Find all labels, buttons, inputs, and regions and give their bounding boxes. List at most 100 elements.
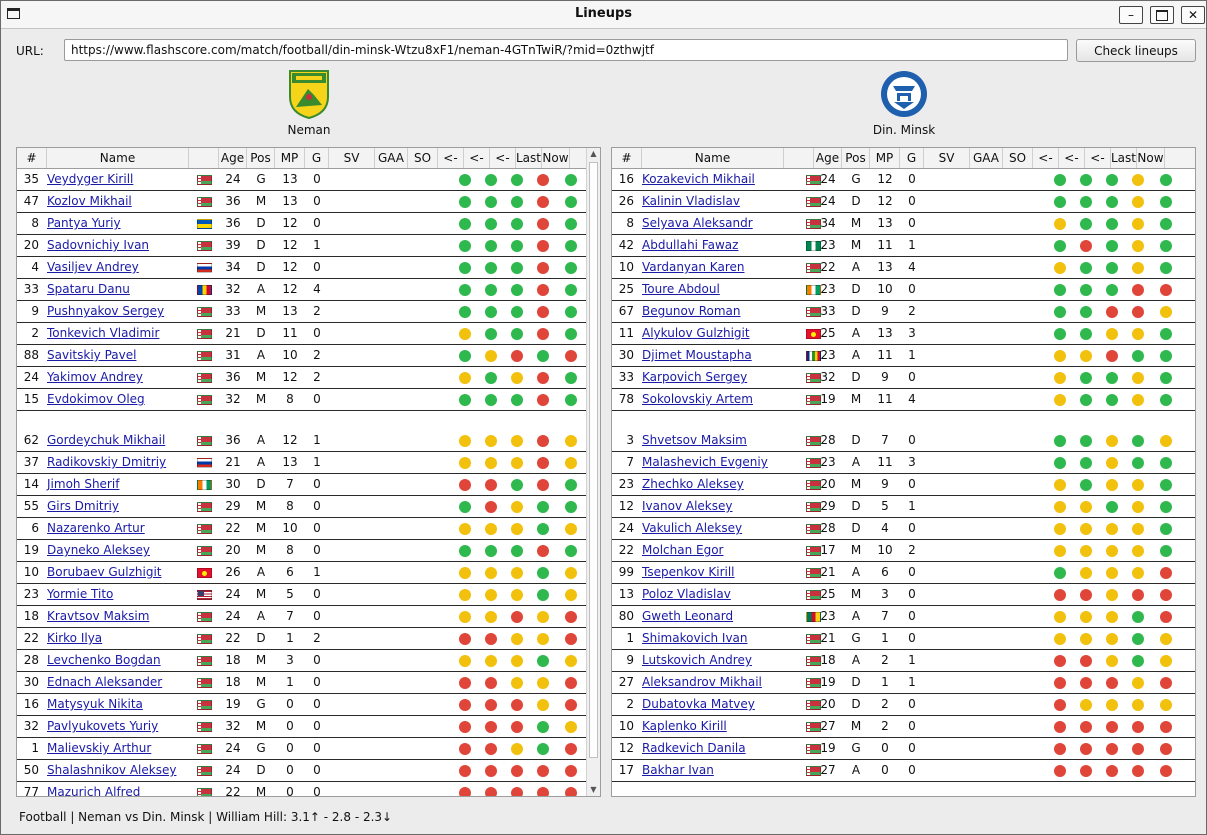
player-name-link[interactable]: Evdokimov Oleg [47, 392, 145, 406]
player-name-link[interactable]: Tsepenkov Kirill [642, 565, 735, 579]
player-name-link[interactable]: Pavlyukovets Yuriy [47, 719, 158, 733]
column-header-10[interactable]: <- [1033, 148, 1059, 168]
player-name-link[interactable]: Bakhar Ivan [642, 763, 714, 777]
player-name-link[interactable]: Toure Abdoul [642, 282, 720, 296]
player-name-link[interactable]: Yakimov Andrey [47, 370, 143, 384]
column-header-6[interactable]: G [900, 148, 924, 168]
player-name-link[interactable]: Ednach Aleksander [47, 675, 162, 689]
column-header-9[interactable]: SO [408, 148, 438, 168]
player-name-link[interactable]: Selyava Aleksandr [642, 216, 753, 230]
player-row[interactable]: 35 Veydyger Kirill 24 G 13 0 [17, 169, 600, 191]
player-row[interactable]: 12 Ivanov Aleksey 29 D 5 1 [612, 496, 1195, 518]
scroll-down-icon[interactable]: ▼ [587, 784, 600, 796]
player-name-link[interactable]: Zhechko Aleksey [642, 477, 744, 491]
player-name-link[interactable]: Aleksandrov Mikhail [642, 675, 762, 689]
player-row[interactable]: 13 Poloz Vladislav 25 M 3 0 [612, 584, 1195, 606]
player-row[interactable]: 9 Lutskovich Andrey 18 A 2 1 [612, 650, 1195, 672]
player-name-link[interactable]: Kalinin Vladislav [642, 194, 740, 208]
player-name-link[interactable]: Kirko Ilya [47, 631, 102, 645]
player-name-link[interactable]: Ivanov Aleksey [642, 499, 732, 513]
column-header-13[interactable]: Last [1111, 148, 1137, 168]
player-row[interactable]: 7 Malashevich Evgeniy 23 A 11 3 [612, 452, 1195, 474]
player-name-link[interactable]: Gweth Leonard [642, 609, 733, 623]
player-row[interactable]: 26 Kalinin Vladislav 24 D 12 0 [612, 191, 1195, 213]
player-name-link[interactable]: Veydyger Kirill [47, 172, 133, 186]
home-lineup-table[interactable]: # Name Age Pos MP G SV GAA SO <- <- <- Last Now 35 Vey… [16, 147, 601, 797]
player-row[interactable]: 8 Selyava Aleksandr 34 M 13 0 [612, 213, 1195, 235]
player-row[interactable]: 30 Ednach Aleksander 18 M 1 0 [17, 672, 600, 694]
column-header-4[interactable]: Pos [842, 148, 870, 168]
player-name-link[interactable]: Vasiljev Andrey [47, 260, 139, 274]
home-scrollbar[interactable]: ▲ ▼ [586, 148, 600, 796]
player-row[interactable]: 10 Borubaev Gulzhigit 26 A 6 1 [17, 562, 600, 584]
player-row[interactable]: 11 Alykulov Gulzhigit 25 A 13 3 [612, 323, 1195, 345]
player-name-link[interactable]: Shvetsov Maksim [642, 433, 747, 447]
player-name-link[interactable]: Radkevich Danila [642, 741, 746, 755]
player-row[interactable]: 77 Mazurich Alfred 22 M 0 0 [17, 782, 600, 796]
column-header-7[interactable]: SV [329, 148, 375, 168]
column-header-8[interactable]: GAA [970, 148, 1003, 168]
player-row[interactable]: 25 Toure Abdoul 23 D 10 0 [612, 279, 1195, 301]
player-row[interactable]: 16 Kozakevich Mikhail 24 G 12 0 [612, 169, 1195, 191]
player-name-link[interactable]: Poloz Vladislav [642, 587, 731, 601]
column-header-10[interactable]: <- [438, 148, 464, 168]
player-row[interactable]: 17 Bakhar Ivan 27 A 0 0 [612, 760, 1195, 782]
column-header-11[interactable]: <- [464, 148, 490, 168]
player-name-link[interactable]: Kozlov Mikhail [47, 194, 132, 208]
close-button[interactable]: ✕ [1181, 6, 1205, 24]
player-row[interactable]: 14 Jimoh Sherif 30 D 7 0 [17, 474, 600, 496]
player-name-link[interactable]: Tonkevich Vladimir [47, 326, 159, 340]
player-row[interactable]: 8 Pantya Yuriy 36 D 12 0 [17, 213, 600, 235]
player-row[interactable]: 23 Zhechko Aleksey 20 M 9 0 [612, 474, 1195, 496]
player-row[interactable]: 32 Pavlyukovets Yuriy 32 M 0 0 [17, 716, 600, 738]
away-lineup-table[interactable]: # Name Age Pos MP G SV GAA SO <- <- <- Last Now 16 Koz… [611, 147, 1196, 797]
player-name-link[interactable]: Sokolovskiy Artem [642, 392, 753, 406]
player-row[interactable]: 9 Pushnyakov Sergey 33 M 13 2 [17, 301, 600, 323]
player-name-link[interactable]: Pushnyakov Sergey [47, 304, 164, 318]
player-name-link[interactable]: Lutskovich Andrey [642, 653, 752, 667]
player-name-link[interactable]: Girs Dmitriy [47, 499, 119, 513]
player-name-link[interactable]: Vakulich Aleksey [642, 521, 742, 535]
player-row[interactable]: 47 Kozlov Mikhail 36 M 13 0 [17, 191, 600, 213]
player-name-link[interactable]: Nazarenko Artur [47, 521, 145, 535]
column-header-12[interactable]: <- [1085, 148, 1111, 168]
column-header-0[interactable]: # [612, 148, 642, 168]
player-name-link[interactable]: Dubatovka Matvey [642, 697, 755, 711]
player-row[interactable]: 6 Nazarenko Artur 22 M 10 0 [17, 518, 600, 540]
player-row[interactable]: 22 Molchan Egor 17 M 10 2 [612, 540, 1195, 562]
player-row[interactable]: 16 Matysyuk Nikita 19 G 0 0 [17, 694, 600, 716]
player-row[interactable]: 10 Kaplenko Kirill 27 M 2 0 [612, 716, 1195, 738]
column-header-4[interactable]: Pos [247, 148, 275, 168]
player-row[interactable]: 80 Gweth Leonard 23 A 7 0 [612, 606, 1195, 628]
scroll-up-icon[interactable]: ▲ [587, 148, 600, 160]
player-row[interactable]: 18 Kravtsov Maksim 24 A 7 0 [17, 606, 600, 628]
player-row[interactable]: 30 Djimet Moustapha 23 A 11 1 [612, 345, 1195, 367]
url-input[interactable] [64, 39, 1068, 61]
minimize-button[interactable]: – [1119, 6, 1143, 24]
player-row[interactable]: 3 Shvetsov Maksim 28 D 7 0 [612, 430, 1195, 452]
player-name-link[interactable]: Sadovnichiy Ivan [47, 238, 149, 252]
player-row[interactable]: 42 Abdullahi Fawaz 23 M 11 1 [612, 235, 1195, 257]
player-row[interactable]: 37 Radikovskiy Dmitriy 21 A 13 1 [17, 452, 600, 474]
player-row[interactable]: 55 Girs Dmitriy 29 M 8 0 [17, 496, 600, 518]
player-row[interactable]: 62 Gordeychuk Mikhail 36 A 12 1 [17, 430, 600, 452]
player-name-link[interactable]: Yormie Tito [47, 587, 113, 601]
player-name-link[interactable]: Vardanyan Karen [642, 260, 744, 274]
player-name-link[interactable]: Shalashnikov Aleksey [47, 763, 176, 777]
column-header-1[interactable]: Name [642, 148, 784, 168]
player-name-link[interactable]: Jimoh Sherif [47, 477, 119, 491]
column-header-7[interactable]: SV [924, 148, 970, 168]
player-name-link[interactable]: Molchan Egor [642, 543, 723, 557]
player-name-link[interactable]: Malashevich Evgeniy [642, 455, 768, 469]
player-row[interactable]: 67 Begunov Roman 33 D 9 2 [612, 301, 1195, 323]
player-row[interactable]: 28 Levchenko Bogdan 18 M 3 0 [17, 650, 600, 672]
player-name-link[interactable]: Djimet Moustapha [642, 348, 752, 362]
player-row[interactable]: 4 Vasiljev Andrey 34 D 12 0 [17, 257, 600, 279]
player-row[interactable]: 24 Vakulich Aleksey 28 D 4 0 [612, 518, 1195, 540]
player-name-link[interactable]: Dayneko Aleksey [47, 543, 150, 557]
player-row[interactable]: 1 Malievskiy Arthur 24 G 0 0 [17, 738, 600, 760]
player-name-link[interactable]: Mazurich Alfred [47, 785, 140, 796]
column-header-11[interactable]: <- [1059, 148, 1085, 168]
player-row[interactable]: 27 Aleksandrov Mikhail 19 D 1 1 [612, 672, 1195, 694]
player-name-link[interactable]: Matysyuk Nikita [47, 697, 143, 711]
